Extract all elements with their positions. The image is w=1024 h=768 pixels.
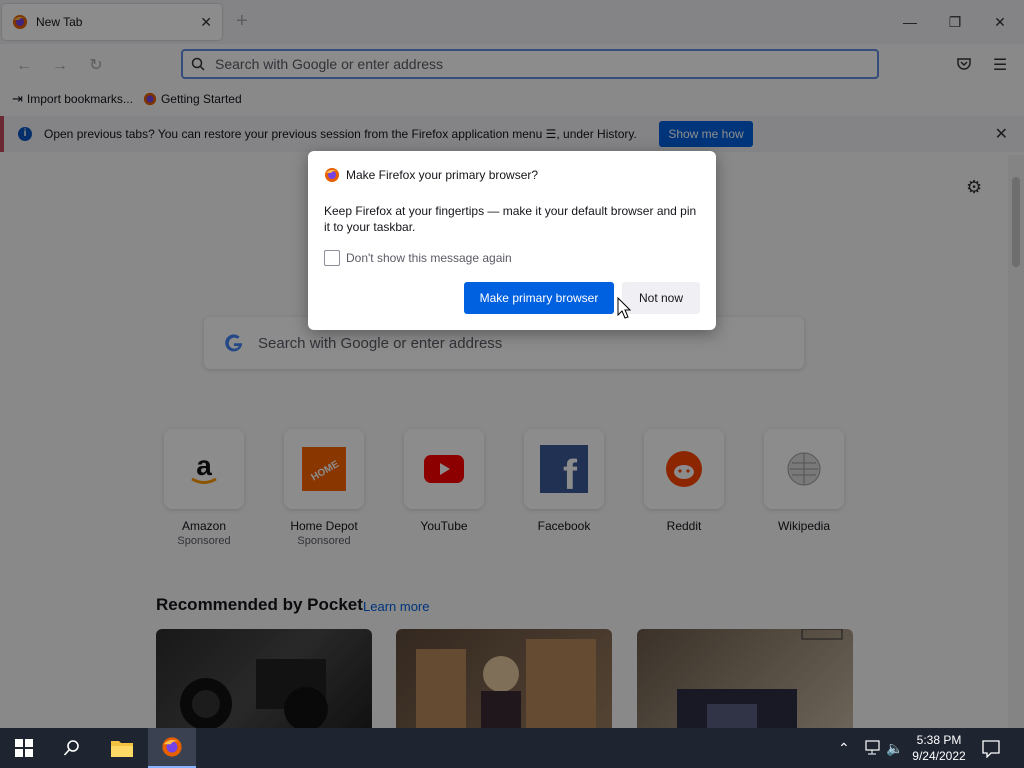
taskbar-search-button[interactable] — [48, 728, 96, 768]
notification-center-icon[interactable] — [982, 740, 1000, 758]
folder-icon — [111, 741, 133, 757]
windows-taskbar: ⌃ 🔈 5:38 PM 9/24/2022 — [0, 728, 1024, 768]
taskbar-firefox[interactable] — [148, 728, 196, 768]
search-icon — [63, 740, 79, 756]
dialog-body: Keep Firefox at your fingertips — make i… — [324, 204, 697, 234]
clock-time: 5:38 PM — [916, 733, 962, 747]
clock-date: 9/24/2022 — [912, 749, 966, 763]
firefox-icon — [325, 168, 339, 182]
taskbar-file-explorer[interactable] — [98, 728, 146, 768]
network-icon[interactable] — [862, 740, 880, 756]
checkbox-label: Don't show this message again — [346, 251, 512, 265]
dialog-title-text: Make Firefox your primary browser? — [346, 168, 539, 182]
checkbox[interactable] — [324, 250, 340, 266]
system-clock[interactable]: 5:38 PM 9/24/2022 — [900, 732, 978, 764]
mouse-cursor-icon — [617, 297, 631, 319]
make-primary-browser-button[interactable]: Make primary browser — [464, 282, 614, 314]
chevron-up-icon[interactable]: ⌃ — [838, 728, 850, 768]
windows-icon — [15, 739, 33, 757]
default-browser-dialog: Make Firefox your primary browser? Keep … — [308, 151, 716, 330]
modal-overlay — [0, 0, 1024, 728]
firefox-icon — [162, 737, 182, 757]
dialog-title: Make Firefox your primary browser? — [324, 167, 538, 183]
start-button[interactable] — [0, 728, 48, 768]
dont-show-again-checkbox[interactable]: Don't show this message again — [324, 250, 512, 266]
not-now-button[interactable]: Not now — [622, 282, 700, 314]
